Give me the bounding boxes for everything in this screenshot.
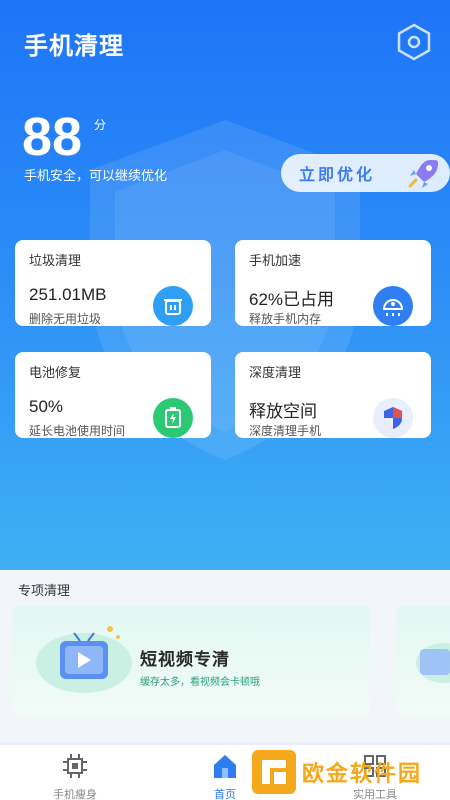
card-battery-repair[interactable]: 电池修复 50% 延长电池使用时间 [15, 352, 211, 438]
tv-play-icon [36, 626, 132, 693]
speed-icon [373, 286, 413, 326]
special-item-subtitle: 缓存太多，看视频会卡顿哦 [140, 677, 260, 688]
watermark: 欧金软件园 [252, 748, 446, 796]
score-description: 手机安全，可以继续优化 [24, 168, 168, 183]
tab-label: 手机瘦身 [53, 789, 97, 800]
card-value: 251.01MB [29, 285, 107, 304]
card-subtitle: 延长电池使用时间 [29, 424, 126, 438]
shield-icon [373, 398, 413, 438]
card-title: 垃圾清理 [29, 253, 82, 268]
score-value: 88 [22, 107, 83, 167]
card-subtitle: 删除无用垃圾 [29, 312, 102, 326]
card-value: 50% [29, 397, 64, 416]
special-item-title: 短视频专清 [140, 650, 230, 669]
chip-icon [63, 754, 87, 778]
watermark-logo-icon [252, 750, 296, 794]
page-title: 手机清理 [24, 33, 124, 60]
card-value: 62%已占用 [249, 290, 335, 309]
battery-icon [153, 398, 193, 438]
card-title: 深度清理 [249, 365, 302, 380]
hero-section: 手机清理 88 分 手机安全，可以继续优化 立即优化 垃圾清理 251.01MB… [0, 0, 450, 570]
special-clean-section: 专项清理 短视频专清 缓存太多，看视频会卡顿哦 [0, 570, 450, 750]
score-unit: 分 [94, 118, 107, 132]
optimize-label: 立即优化 [299, 167, 376, 184]
short-video-clean-card[interactable]: 短视频专清 缓存太多，看视频会卡顿哦 [12, 605, 370, 717]
tab-phone-slim[interactable]: 手机瘦身 [35, 751, 115, 800]
hexagon-settings-icon[interactable] [394, 22, 434, 62]
section-title: 专项清理 [18, 583, 71, 598]
card-deep-clean[interactable]: 深度清理 释放空间 深度清理手机 [235, 352, 431, 438]
optimize-button[interactable]: 立即优化 [281, 154, 450, 192]
card-value: 释放空间 [249, 402, 317, 421]
watermark-text: 欧金软件园 [302, 761, 423, 786]
rocket-icon [408, 160, 438, 188]
card-subtitle: 释放手机内存 [249, 312, 322, 326]
special-card-next[interactable] [396, 605, 450, 717]
card-title: 电池修复 [29, 365, 82, 380]
card-subtitle: 深度清理手机 [249, 424, 322, 438]
trash-icon [153, 286, 193, 326]
card-title: 手机加速 [249, 253, 302, 268]
home-icon [214, 755, 236, 778]
image-clean-icon [416, 643, 450, 683]
card-phone-speedup[interactable]: 手机加速 62%已占用 释放手机内存 [235, 240, 431, 326]
card-junk-clean[interactable]: 垃圾清理 251.01MB 删除无用垃圾 [15, 240, 211, 326]
